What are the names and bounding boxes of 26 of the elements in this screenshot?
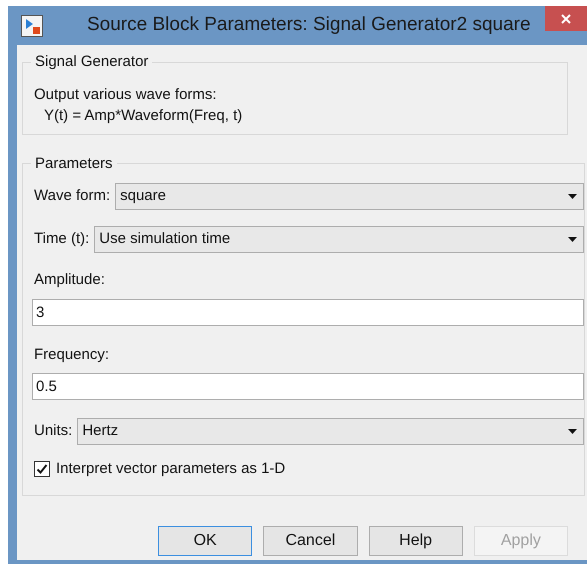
dropdown-arrow-icon — [568, 237, 577, 242]
group-title: Parameters — [34, 154, 114, 174]
window-title: Source Block Parameters: Signal Generator2 square — [87, 13, 531, 38]
field-label: Wave form: — [34, 186, 110, 206]
close-icon — [561, 14, 571, 24]
field-label: Frequency: — [34, 344, 110, 364]
group-title: Signal Generator — [34, 52, 150, 72]
dropdown[interactable]: square — [115, 183, 584, 210]
field-label: Units: — [34, 421, 72, 442]
field-label: Time (t): — [34, 229, 90, 250]
dropdown[interactable]: Use simulation time — [94, 226, 584, 253]
field-label: Amplitude: — [34, 270, 106, 290]
block-icon — [21, 14, 43, 36]
close-button[interactable] — [545, 6, 587, 31]
dialog-button[interactable]: Help — [368, 526, 463, 556]
description-line: Y(t) = Amp*Waveform(Freq, t) — [43, 106, 244, 126]
input-field[interactable]: 0.5 — [32, 373, 584, 400]
dropdown-arrow-icon — [568, 429, 577, 434]
dialog-button[interactable]: OK — [158, 526, 252, 556]
dropdown[interactable]: Hertz — [77, 418, 584, 445]
dropdown-arrow-icon — [568, 194, 577, 199]
description-line: Output various wave forms: — [34, 84, 218, 104]
dialog-button[interactable]: Cancel — [263, 526, 358, 556]
checkbox[interactable] — [34, 461, 50, 478]
field-label: Interpret vector parameters as 1-D — [56, 459, 286, 479]
input-field[interactable]: 3 — [32, 298, 584, 326]
